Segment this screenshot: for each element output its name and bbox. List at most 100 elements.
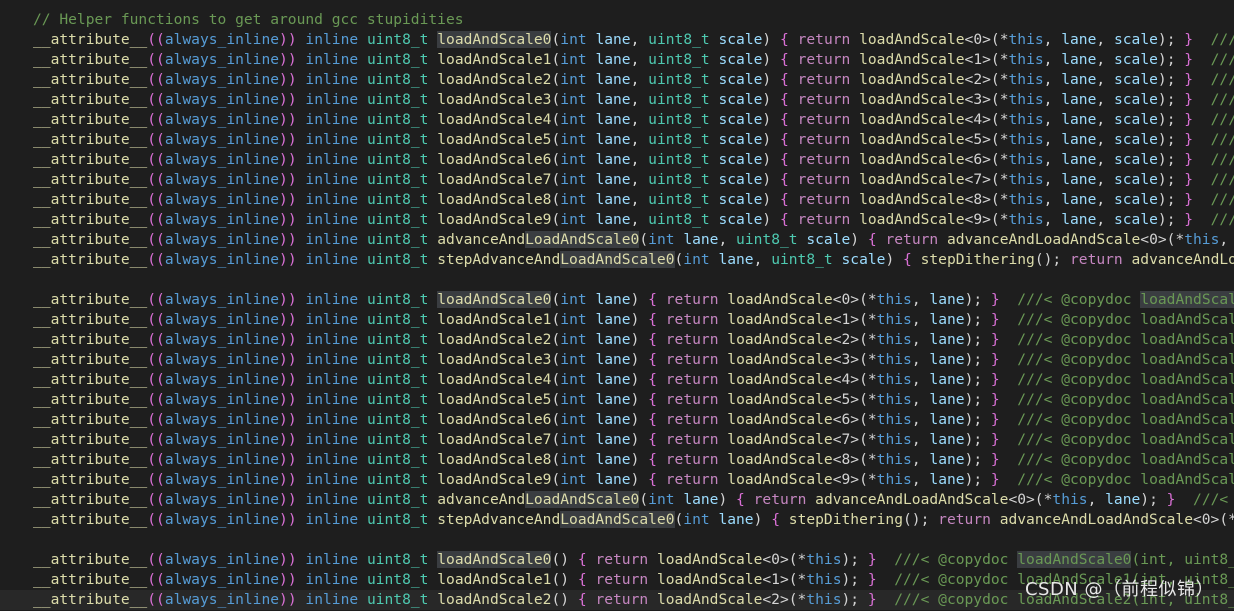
code-line[interactable]: __attribute__((always_inline)) inline ui…	[0, 510, 1234, 530]
code-line[interactable]	[0, 530, 42, 550]
code-token: ,	[630, 211, 649, 228]
code-token: ,	[911, 471, 930, 488]
code-token: (	[551, 431, 561, 448]
code-token: inline	[305, 311, 359, 328]
code-token: ))	[279, 291, 297, 308]
code-token: int	[560, 331, 587, 348]
code-token: );	[964, 331, 991, 348]
code-token: always_inline	[164, 451, 280, 468]
code-line[interactable]: // Helper functions to get around gcc st…	[0, 10, 464, 30]
code-token: loadAndScale1	[437, 571, 552, 588]
code-token: *	[867, 291, 877, 308]
code-token: this	[1008, 31, 1044, 48]
code-token: scale	[1113, 111, 1158, 128]
code-token: this	[1008, 71, 1044, 88]
code-line[interactable]: __attribute__((always_inline)) inline ui…	[0, 550, 1234, 570]
code-line[interactable]	[0, 270, 42, 290]
code-token: lane	[595, 171, 631, 188]
code-token: );	[1157, 211, 1185, 228]
code-token: )	[630, 411, 649, 428]
code-token: always_inline	[164, 171, 280, 188]
code-editor[interactable]: // Helper functions to get around gcc st…	[0, 0, 1234, 611]
code-token: ,	[1096, 91, 1114, 108]
code-line[interactable]: __attribute__((always_inline)) inline ui…	[0, 130, 1234, 150]
code-token: )	[762, 51, 780, 68]
code-token: this	[876, 391, 912, 408]
code-token: }	[867, 551, 877, 568]
code-line[interactable]: __attribute__((always_inline)) inline ui…	[0, 50, 1234, 70]
code-token: always_inline	[164, 491, 280, 508]
code-token: }	[990, 431, 1000, 448]
code-token: ))	[279, 591, 297, 608]
code-line[interactable]: __attribute__((always_inline)) inline ui…	[0, 390, 1234, 410]
code-token: lane	[1105, 491, 1141, 508]
code-token: loadAndScale	[727, 411, 833, 428]
code-line[interactable]: __attribute__((always_inline)) inline ui…	[0, 170, 1234, 190]
code-line[interactable]: __attribute__((always_inline)) inline ui…	[0, 490, 1234, 510]
code-token: __attribute__	[33, 231, 148, 248]
code-token: *	[999, 51, 1009, 68]
code-token: loadAndScale	[727, 451, 833, 468]
code-token: {	[780, 91, 789, 108]
code-token: }	[990, 291, 1000, 308]
code-token: ,	[718, 231, 737, 248]
code-token: int	[683, 511, 710, 528]
code-line[interactable]: __attribute__((always_inline)) inline ui…	[0, 230, 1234, 250]
code-line[interactable]: __attribute__((always_inline)) inline ui…	[0, 150, 1234, 170]
code-token: this	[876, 331, 912, 348]
code-token: ///< non-tem	[1210, 91, 1234, 108]
code-token: uint8_t	[366, 411, 429, 428]
code-token: uint8_t	[648, 131, 710, 148]
code-line[interactable]: __attribute__((always_inline)) inline ui…	[0, 430, 1234, 450]
code-token: uint8_t	[648, 91, 710, 108]
code-token: ,	[911, 431, 930, 448]
code-line[interactable]: __attribute__((always_inline)) inline ui…	[0, 290, 1234, 310]
code-line[interactable]: __attribute__((always_inline)) inline ui…	[0, 90, 1234, 110]
code-line[interactable]: __attribute__((always_inline)) inline ui…	[0, 210, 1234, 230]
code-token: *	[999, 191, 1009, 208]
code-token: __attribute__	[33, 131, 148, 148]
code-line[interactable]: __attribute__((always_inline)) inline ui…	[0, 310, 1234, 330]
code-token: scale	[1113, 211, 1158, 228]
code-token: );	[1157, 151, 1185, 168]
code-line[interactable]: __attribute__((always_inline)) inline ui…	[0, 70, 1234, 90]
code-line[interactable]: __attribute__((always_inline)) inline ui…	[0, 250, 1234, 270]
code-line[interactable]: __attribute__((always_inline)) inline ui…	[0, 190, 1234, 210]
code-token: this	[1184, 231, 1220, 248]
code-token: ))	[279, 351, 297, 368]
code-token: always_inline	[164, 191, 280, 208]
code-token: )	[762, 191, 780, 208]
code-line[interactable]: __attribute__((always_inline)) inline ui…	[0, 30, 1234, 50]
code-token: {	[648, 331, 657, 348]
code-line[interactable]: __attribute__((always_inline)) inline ui…	[0, 330, 1234, 350]
code-token: __attribute__	[33, 351, 148, 368]
code-token: ///< @copydoc loadAndScale2(int, u	[1017, 451, 1234, 468]
code-token: loadAndScale0	[1140, 291, 1234, 308]
code-token: return	[797, 71, 851, 88]
code-line[interactable]: __attribute__((always_inline)) inline ui…	[0, 470, 1234, 490]
code-token: int	[560, 31, 587, 48]
code-line[interactable]: __attribute__((always_inline)) inline ui…	[0, 450, 1234, 470]
code-token: ))	[279, 511, 297, 528]
code-line[interactable]: __attribute__((always_inline)) inline ui…	[0, 370, 1234, 390]
code-token: <8>(	[964, 191, 1000, 208]
code-line[interactable]: __attribute__((always_inline)) inline ui…	[0, 110, 1234, 130]
code-token: lane	[1061, 211, 1097, 228]
code-token: {	[648, 391, 657, 408]
code-token: *	[867, 451, 877, 468]
code-line[interactable]: __attribute__((always_inline)) inline ui…	[0, 350, 1234, 370]
code-token: ();	[1034, 251, 1070, 268]
code-token: uint8_t	[366, 71, 429, 88]
code-line[interactable]: __attribute__((always_inline)) inline ui…	[0, 410, 1234, 430]
code-token: int	[560, 411, 587, 428]
